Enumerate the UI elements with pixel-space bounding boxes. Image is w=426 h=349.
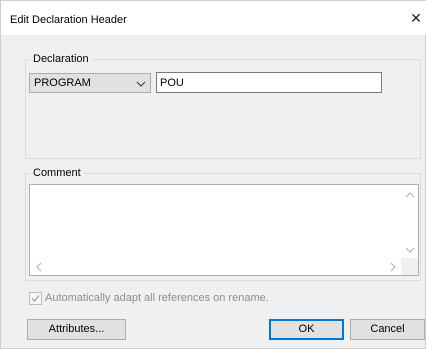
scroll-up-icon[interactable] [405, 190, 415, 200]
comment-textarea[interactable] [29, 184, 419, 276]
declaration-name-input[interactable] [160, 75, 378, 90]
scroll-right-icon[interactable] [388, 262, 398, 272]
vertical-scrollbar[interactable] [401, 185, 418, 259]
dialog-title: Edit Declaration Header [10, 14, 127, 26]
cancel-button[interactable]: Cancel [350, 319, 425, 340]
chevron-down-icon [136, 81, 146, 87]
comment-legend: Comment [30, 167, 84, 179]
edit-declaration-header-dialog: Edit Declaration Header ✕ Declaration PR… [0, 0, 426, 349]
scroll-left-icon[interactable] [34, 262, 44, 272]
ok-button[interactable]: OK [269, 319, 344, 340]
attributes-button[interactable]: Attributes... [27, 319, 126, 340]
horizontal-scrollbar[interactable] [30, 258, 402, 275]
close-icon[interactable]: ✕ [407, 9, 425, 27]
declaration-name-field[interactable] [156, 72, 382, 93]
declaration-type-value: PROGRAM [34, 77, 91, 89]
checkmark-icon [31, 295, 40, 302]
scroll-down-icon[interactable] [405, 245, 415, 255]
auto-adapt-label: Automatically adapt all references on re… [45, 292, 269, 304]
title-bar: Edit Declaration Header ✕ [1, 1, 426, 35]
scroll-corner [401, 258, 418, 275]
declaration-legend: Declaration [30, 53, 92, 65]
auto-adapt-checkbox[interactable] [29, 292, 42, 305]
declaration-type-dropdown[interactable]: PROGRAM [29, 73, 151, 93]
